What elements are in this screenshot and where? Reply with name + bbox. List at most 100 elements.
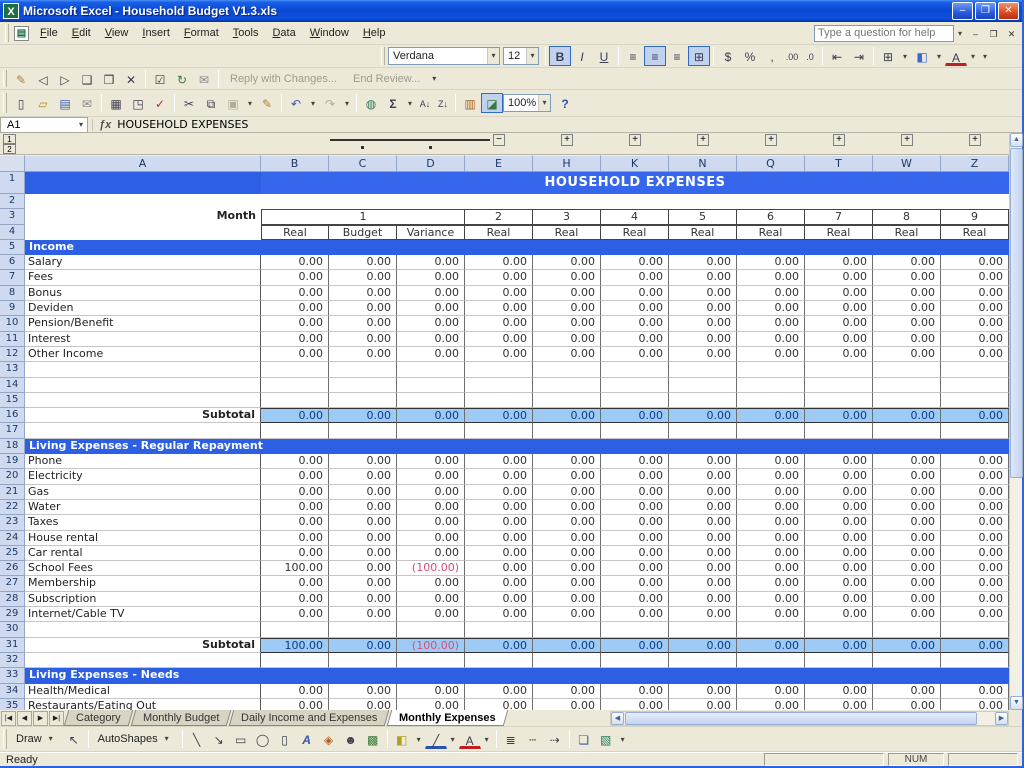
- cell[interactable]: 9: [941, 209, 1009, 225]
- cell[interactable]: [261, 392, 329, 409]
- cell[interactable]: 0.00: [941, 515, 1009, 531]
- end-review-button[interactable]: End Review...: [345, 73, 428, 85]
- vertical-scroll-thumb[interactable]: [1010, 148, 1023, 478]
- cell[interactable]: 0.00: [873, 346, 941, 363]
- cell[interactable]: 8: [873, 209, 941, 225]
- dash-style-icon[interactable]: ┄: [522, 729, 544, 749]
- cell-A21[interactable]: Gas: [25, 484, 261, 500]
- cell[interactable]: [737, 362, 805, 378]
- cell[interactable]: 0.00: [397, 346, 465, 363]
- row-header-12[interactable]: 12: [0, 346, 25, 363]
- row-header-4[interactable]: 4: [0, 224, 25, 240]
- cell[interactable]: [329, 652, 397, 669]
- cell[interactable]: Real: [533, 224, 601, 240]
- cell[interactable]: 6: [737, 209, 805, 225]
- row-header-35[interactable]: 35: [0, 698, 25, 710]
- cell[interactable]: 0.00: [805, 637, 873, 653]
- cell[interactable]: [941, 423, 1009, 439]
- name-box-dropdown-icon[interactable]: ▾: [75, 120, 87, 129]
- cell[interactable]: 0.00: [601, 607, 669, 623]
- cell[interactable]: 0.00: [397, 469, 465, 485]
- cell[interactable]: 100.00: [261, 561, 329, 577]
- column-header-E[interactable]: E: [465, 155, 533, 172]
- cell[interactable]: 0.00: [737, 561, 805, 577]
- outline-expand-button[interactable]: +: [629, 134, 641, 146]
- email-icon[interactable]: ✉: [76, 93, 98, 113]
- arrow-icon[interactable]: ↘: [208, 729, 230, 749]
- cell[interactable]: [669, 377, 737, 393]
- cell[interactable]: [669, 423, 737, 439]
- cell[interactable]: 0.00: [805, 255, 873, 271]
- sheet-tab-category[interactable]: Category: [63, 710, 133, 726]
- cell[interactable]: 0.00: [805, 301, 873, 317]
- cell-A29[interactable]: Internet/Cable TV: [25, 607, 261, 623]
- cell[interactable]: [669, 362, 737, 378]
- cell[interactable]: 0.00: [329, 331, 397, 347]
- toolbar-grip[interactable]: [3, 92, 7, 114]
- cell[interactable]: [465, 362, 533, 378]
- cell[interactable]: 0.00: [465, 561, 533, 577]
- cell[interactable]: 0.00: [397, 454, 465, 470]
- cell[interactable]: 0.00: [669, 499, 737, 516]
- column-header-H[interactable]: H: [533, 155, 601, 172]
- cell[interactable]: Real: [873, 224, 941, 240]
- cell[interactable]: (100.00): [397, 637, 465, 653]
- cell[interactable]: 0.00: [533, 285, 601, 302]
- row-header-17[interactable]: 17: [0, 423, 25, 439]
- cell[interactable]: [873, 362, 941, 378]
- workbook-restore-button[interactable]: ❐: [985, 26, 1002, 41]
- cell-A26[interactable]: School Fees: [25, 561, 261, 577]
- cell[interactable]: 0.00: [873, 301, 941, 317]
- cell[interactable]: 0.00: [805, 683, 873, 699]
- cell[interactable]: 0.00: [805, 270, 873, 286]
- cell[interactable]: 0.00: [329, 545, 397, 562]
- cell[interactable]: 0.00: [261, 408, 329, 424]
- cell-A27[interactable]: Membership: [25, 576, 261, 592]
- fill-color-dropdown-icon[interactable]: ▾: [933, 52, 945, 61]
- cell-A14[interactable]: [25, 377, 261, 393]
- horizontal-scroll-thumb[interactable]: [625, 712, 977, 725]
- cell[interactable]: 0.00: [329, 301, 397, 317]
- cell[interactable]: [397, 423, 465, 439]
- threed-style-icon[interactable]: ▧: [595, 729, 617, 749]
- toolbar-grip[interactable]: [3, 729, 7, 749]
- cell[interactable]: 0.00: [941, 285, 1009, 302]
- cell[interactable]: 0.00: [465, 301, 533, 317]
- column-header-T[interactable]: T: [805, 155, 873, 172]
- cell[interactable]: 0.00: [941, 576, 1009, 592]
- cell[interactable]: [601, 377, 669, 393]
- cell[interactable]: 0.00: [669, 576, 737, 592]
- cell[interactable]: 0.00: [261, 530, 329, 546]
- cell[interactable]: 0.00: [669, 301, 737, 317]
- cell[interactable]: [737, 652, 805, 669]
- new-icon[interactable]: ▯: [10, 93, 32, 113]
- cell[interactable]: 0.00: [465, 637, 533, 653]
- menu-insert[interactable]: Insert: [135, 24, 177, 42]
- sheet-tab-monthly-budget[interactable]: Monthly Budget: [130, 710, 232, 726]
- cell[interactable]: 0.00: [737, 301, 805, 317]
- draw-menu-button[interactable]: Draw ▾: [10, 729, 63, 749]
- row-header-34[interactable]: 34: [0, 683, 25, 699]
- cell[interactable]: 0.00: [941, 270, 1009, 286]
- column-header-Q[interactable]: Q: [737, 155, 805, 172]
- row-header-32[interactable]: 32: [0, 652, 25, 669]
- row-header-22[interactable]: 22: [0, 499, 25, 516]
- row-header-13[interactable]: 13: [0, 362, 25, 378]
- cell-A20[interactable]: Electricity: [25, 469, 261, 485]
- row-header-21[interactable]: 21: [0, 484, 25, 500]
- row-header-31[interactable]: 31: [0, 637, 25, 653]
- cell[interactable]: [533, 423, 601, 439]
- cell-A12[interactable]: Other Income: [25, 346, 261, 363]
- cell[interactable]: 7: [805, 209, 873, 225]
- cell[interactable]: 0.00: [261, 331, 329, 347]
- cell-A8[interactable]: Bonus: [25, 285, 261, 302]
- cell[interactable]: 0.00: [261, 683, 329, 699]
- cell-A35[interactable]: Restaurants/Eating Out: [25, 698, 261, 710]
- row-header-2[interactable]: 2: [0, 194, 25, 210]
- cell[interactable]: Budget: [329, 224, 397, 240]
- cell[interactable]: 0.00: [669, 270, 737, 286]
- cell[interactable]: 0.00: [329, 346, 397, 363]
- spelling-icon[interactable]: ✓: [149, 93, 171, 113]
- cell[interactable]: Real: [601, 224, 669, 240]
- cell-A16[interactable]: Subtotal: [25, 408, 261, 424]
